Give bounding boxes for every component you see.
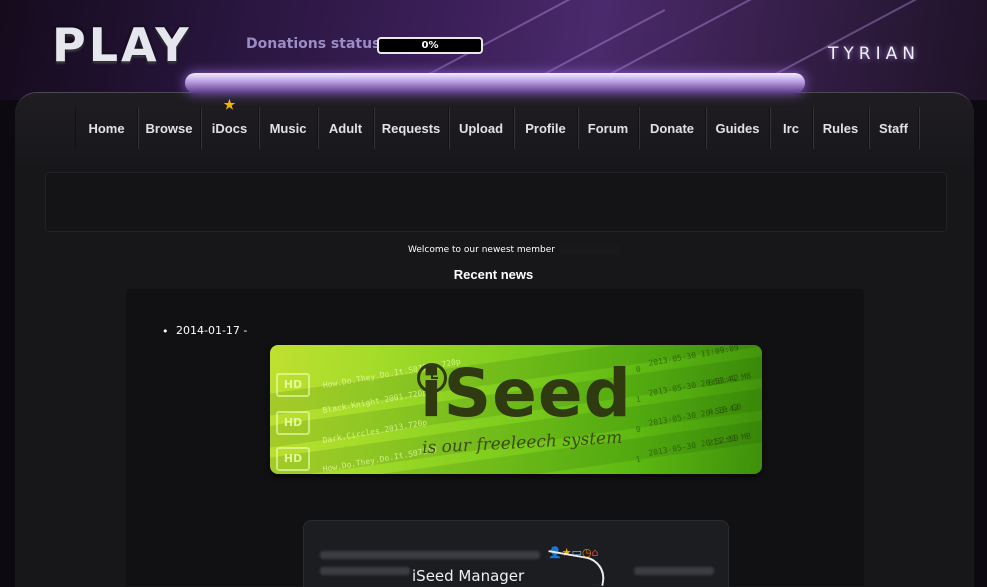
iseed-manager-screenshot: 👤★▭◷⌂ iSeed Manager <box>303 520 729 587</box>
welcome-text: Welcome to our newest member <box>408 245 555 255</box>
welcome-message: Welcome to our newest member <box>408 245 619 255</box>
hd-badge: HD <box>276 411 310 435</box>
iseed-banner-image: HD HD HD How.Do.They.Do.It.S07E10.720p B… <box>270 345 762 474</box>
newest-member-link[interactable] <box>558 245 619 254</box>
star-icon: ★ <box>223 97 236 112</box>
donations-percent: 0% <box>421 40 439 51</box>
nav-label: Upload <box>458 120 504 136</box>
nav-item-profile[interactable]: Profile <box>514 107 578 149</box>
main-nav: Home Browse ★ iDocs Music Adult Requests… <box>75 97 919 149</box>
header-glow-bar <box>185 73 805 93</box>
news-title: Recent news <box>453 267 534 282</box>
nav-label: Browse <box>145 120 193 136</box>
news-date: 2014-01-17 - <box>176 324 248 337</box>
nav-label: Music <box>269 120 307 136</box>
ad-banner-area <box>45 172 947 232</box>
home-icon: ⌂ <box>591 546 599 559</box>
nav-label: iDocs <box>211 120 248 136</box>
nav-item-irc[interactable]: Irc <box>770 107 813 149</box>
nav-label: Irc <box>783 120 799 136</box>
nav-label: Forum <box>587 120 629 136</box>
iseed-manager-label: iSeed Manager <box>412 567 525 585</box>
nav-label: Adult <box>328 120 363 136</box>
nav-item-forum[interactable]: Forum <box>578 107 639 149</box>
iseed-title: iSeed <box>420 355 632 432</box>
nav-item-donate[interactable]: Donate <box>639 107 706 149</box>
nav-item-guides[interactable]: Guides <box>706 107 770 149</box>
nav-item-rules[interactable]: Rules <box>813 107 869 149</box>
nav-item-upload[interactable]: Upload <box>449 107 514 149</box>
donations-progress-bar: 0% <box>377 37 483 54</box>
bullet: • <box>162 325 169 338</box>
nav-label: Staff <box>879 120 908 136</box>
banner-count: 0 <box>635 364 642 375</box>
donations-label: Donations status: <box>246 36 386 52</box>
site-logo[interactable]: PLAY <box>52 22 192 68</box>
nav-item-adult[interactable]: Adult <box>318 107 374 149</box>
hd-badge: HD <box>276 373 310 397</box>
nav-label: Requests <box>381 120 441 136</box>
theme-name: TYRIAN <box>828 44 920 64</box>
nav-label: Home <box>88 120 125 136</box>
nav-label: Guides <box>715 120 760 136</box>
news-item: • 2014-01-17 - <box>162 324 248 338</box>
nav-label: Donate <box>649 120 695 136</box>
nav-item-idocs[interactable]: ★ iDocs <box>201 97 259 149</box>
hd-badge: HD <box>276 447 310 471</box>
nav-label: Rules <box>822 120 859 136</box>
nav-label: Profile <box>525 120 566 136</box>
nav-item-browse[interactable]: Browse <box>138 107 201 149</box>
nav-item-staff[interactable]: Staff <box>869 107 919 149</box>
nav-item-requests[interactable]: Requests <box>374 107 449 149</box>
nav-item-home[interactable]: Home <box>75 107 138 149</box>
nav-item-music[interactable]: Music <box>259 107 318 149</box>
